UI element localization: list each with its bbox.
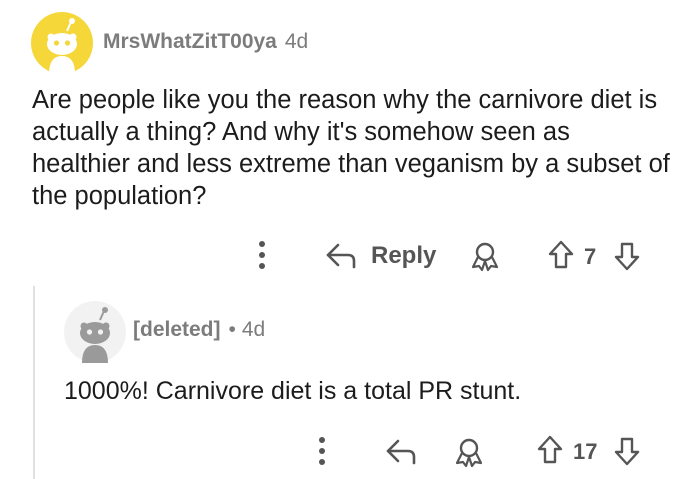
award-icon[interactable] — [452, 436, 486, 468]
vote-count: 17 — [573, 439, 598, 464]
reply-icon[interactable] — [384, 437, 418, 465]
more-options-icon[interactable] — [252, 238, 272, 274]
upvote-icon[interactable] — [548, 239, 574, 271]
comment-meta: MrsWhatZitT00ya 4d — [103, 30, 308, 54]
more-options-icon[interactable] — [312, 434, 332, 470]
comment-author[interactable]: MrsWhatZitT00ya — [103, 30, 277, 54]
user-avatar[interactable] — [31, 12, 93, 74]
comment-body: Are people like you the reason why the c… — [32, 86, 670, 210]
reply-age: 4d — [241, 318, 266, 341]
thread-line[interactable] — [33, 286, 35, 479]
vote-count: 7 — [584, 244, 597, 269]
downvote-icon[interactable] — [614, 240, 640, 272]
meta-separator: • — [228, 318, 236, 341]
reply-label: Reply — [371, 242, 437, 269]
downvote-icon[interactable] — [614, 435, 640, 467]
comment-age: 4d — [284, 30, 309, 53]
reply-meta: [deleted] • 4d — [133, 318, 265, 342]
reply-body: 1000%! Carnivore diet is a total PR stun… — [64, 377, 522, 405]
avatar-icon — [47, 18, 77, 74]
reply-author: [deleted] — [133, 318, 221, 341]
reply-icon — [326, 243, 356, 269]
upvote-icon[interactable] — [537, 434, 563, 466]
user-avatar — [64, 301, 126, 363]
avatar-icon — [80, 307, 110, 363]
comment-thread: MrsWhatZitT00ya 4d Are people like you t… — [0, 0, 700, 479]
award-icon[interactable] — [468, 240, 502, 272]
